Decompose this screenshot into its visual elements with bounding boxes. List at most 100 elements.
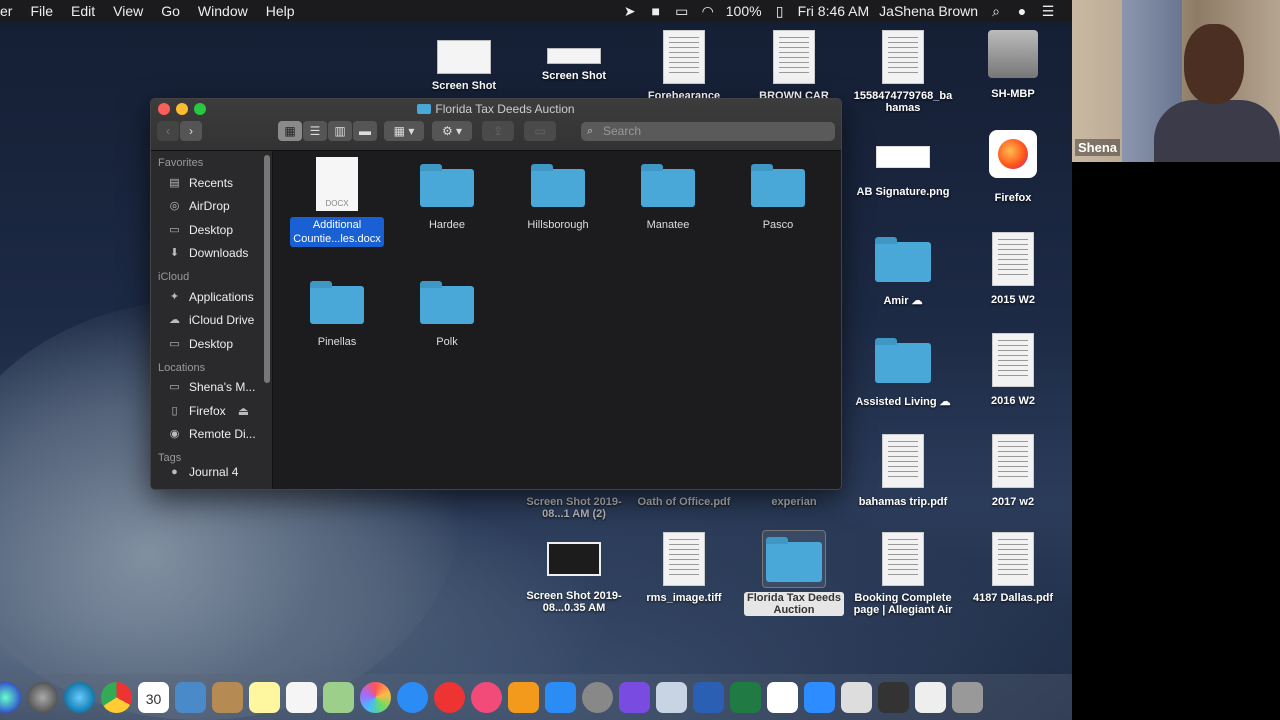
sidebar-scrollbar[interactable]	[264, 155, 270, 383]
group-by-button[interactable]: ▦ ▾	[384, 121, 424, 141]
gallery-view-button[interactable]: ▬	[353, 121, 377, 141]
icon-view-button[interactable]: ▦	[278, 121, 302, 141]
menu-edit[interactable]: Edit	[62, 3, 104, 19]
folder-item-pasco[interactable]: Pasco	[723, 157, 833, 231]
desktop-icon-sh-mbp[interactable]: SH-MBP	[958, 30, 1068, 100]
maps-icon[interactable]	[323, 681, 354, 713]
menu-view[interactable]: View	[104, 3, 152, 19]
share-button[interactable]: ⇪	[482, 121, 514, 141]
sidebar-item-firefox[interactable]: ▯ Firefox ⏏	[151, 399, 272, 423]
desktop-icon-assisted-living[interactable]: Assisted Living ☁	[848, 333, 958, 408]
desktop-icon-screenshot-2[interactable]: Screen Shot	[519, 40, 629, 82]
desktop-icon-firefox[interactable]: Firefox	[958, 130, 1068, 204]
desktop-icon-screenshot-1[interactable]: Screen Shot	[409, 40, 519, 92]
folder-item-hardee[interactable]: Hardee	[392, 157, 502, 231]
siri-icon[interactable]: ●	[1014, 4, 1030, 18]
menu-help[interactable]: Help	[257, 3, 304, 19]
ebooks-icon[interactable]	[656, 681, 687, 713]
excel-icon[interactable]	[730, 681, 761, 713]
app-store-icon[interactable]	[545, 681, 576, 713]
reminders-icon[interactable]	[286, 681, 317, 713]
desktop-icon-2015-w2[interactable]: 2015 W2	[958, 232, 1068, 306]
file-item-docx[interactable]: DOCX Additional Countie...les.docx	[282, 157, 392, 247]
chrome-icon[interactable]	[101, 681, 132, 713]
sidebar-item-remote-disc[interactable]: ◉ Remote Di...	[151, 423, 272, 447]
app-menu[interactable]: er	[0, 3, 21, 19]
sidebar-item-icloud-drive[interactable]: ☁ iCloud Drive	[151, 309, 272, 333]
news-icon[interactable]	[434, 681, 465, 713]
desktop-icon-bahamas-image[interactable]: 1558474779768_bahamas	[848, 30, 958, 114]
eject-icon[interactable]: ⏏	[238, 404, 249, 418]
desktop-icon-ab-signature[interactable]: AB Signature.png	[848, 132, 958, 198]
back-button[interactable]: ‹	[157, 121, 179, 141]
trash-icon[interactable]	[952, 681, 983, 713]
document-thumbnail	[882, 434, 924, 488]
action-gear-button[interactable]: ⚙ ▾	[432, 121, 472, 141]
sidebar-item-shenas-mac[interactable]: ▭ Shena's M...	[151, 376, 272, 400]
desktop-icon-screenshot-4[interactable]: Screen Shot 2019-08...0.35 AM	[519, 532, 629, 614]
forward-button[interactable]: ›	[180, 121, 202, 141]
menu-file[interactable]: File	[21, 3, 62, 19]
column-view-button[interactable]: ▥	[328, 121, 352, 141]
sidebar-item-airdrop[interactable]: ◎ AirDrop	[151, 195, 272, 219]
notes-icon[interactable]	[249, 681, 280, 713]
word-icon[interactable]	[693, 681, 724, 713]
spotlight-search-icon[interactable]: ⌕	[988, 4, 1004, 18]
desktop-icon-forebearance[interactable]: Forebearance	[629, 30, 739, 102]
folder-item-polk[interactable]: Polk	[392, 274, 502, 348]
desktop-icon-amir[interactable]: Amir ☁	[848, 232, 958, 307]
preview-icon[interactable]	[175, 681, 206, 713]
recent-document-icon[interactable]	[841, 681, 872, 713]
cloud-icon: ☁	[169, 314, 180, 327]
search-input[interactable]: ⌕ Search	[581, 122, 835, 141]
menu-go[interactable]: Go	[152, 3, 189, 19]
sidebar-item-downloads[interactable]: ⬇ Downloads	[151, 242, 272, 266]
notification-center-icon[interactable]: ☰	[1040, 4, 1056, 18]
office-icon[interactable]	[767, 681, 798, 713]
desktop-icon-experian[interactable]: experian	[739, 496, 849, 508]
desktop-icon-florida-tax-deeds-auction[interactable]: Florida Tax Deeds Auction	[739, 530, 849, 616]
launchpad-icon[interactable]	[27, 681, 58, 713]
menu-window[interactable]: Window	[189, 3, 257, 19]
desktop-icon-booking-complete[interactable]: Booking Complete page | Allegiant Air	[848, 532, 958, 616]
siri-dock-icon[interactable]	[0, 681, 21, 713]
contacts-icon[interactable]	[212, 681, 243, 713]
imovie-icon[interactable]	[619, 681, 650, 713]
desktop-icon-rms-image[interactable]: rms_image.tiff	[629, 532, 739, 604]
battery-icon[interactable]: ▯	[772, 4, 788, 18]
recent-screenshot-icon[interactable]	[878, 681, 909, 713]
finder-content: DOCX Additional Countie...les.docx Hardee…	[274, 151, 841, 489]
desktop-icon-brown-car[interactable]: BROWN CAR	[739, 30, 849, 102]
calendar-icon[interactable]: 30	[138, 681, 169, 713]
tags-button[interactable]: ▭	[524, 121, 556, 141]
itunes-icon[interactable]	[471, 681, 502, 713]
desktop-icon-4187-dallas[interactable]: 4187 Dallas.pdf	[958, 532, 1068, 604]
desktop-icon-2017-w2[interactable]: 2017 w2	[958, 434, 1068, 508]
sidebar-item-tag[interactable]: ● Journal 4	[151, 466, 272, 478]
system-preferences-icon[interactable]	[582, 681, 613, 713]
folder-item-manatee[interactable]: Manatee	[613, 157, 723, 231]
location-arrow-icon[interactable]: ➤	[622, 4, 638, 18]
sidebar-item-applications[interactable]: ✦ Applications	[151, 285, 272, 309]
sidebar-item-recents[interactable]: ▤ Recents	[151, 171, 272, 195]
clock[interactable]: Fri 8:46 AM	[798, 3, 870, 19]
desktop-icon-oath-of-office[interactable]: Oath of Office.pdf	[629, 496, 739, 508]
zoom-app-icon[interactable]	[804, 681, 835, 713]
books-icon[interactable]	[508, 681, 539, 713]
zoom-icon[interactable]: ■	[648, 4, 664, 18]
airplay-icon[interactable]: ▭	[674, 4, 690, 18]
wifi-icon[interactable]: ◠	[700, 4, 716, 18]
safari-icon[interactable]	[64, 681, 95, 713]
sidebar-item-desktop[interactable]: ▭ Desktop	[151, 218, 272, 242]
recent-file-icon[interactable]	[915, 681, 946, 713]
desktop-icon-bahamas-trip[interactable]: bahamas trip.pdf	[848, 434, 958, 508]
desktop-icon-2016-w2[interactable]: 2016 W2	[958, 333, 1068, 407]
folder-item-hillsborough[interactable]: Hillsborough	[503, 157, 613, 231]
folder-item-pinellas[interactable]: Pinellas	[282, 274, 392, 348]
desktop-icon-screenshot-3[interactable]: Screen Shot 2019-08...1 AM (2)	[519, 496, 629, 520]
photos-icon[interactable]	[360, 681, 391, 713]
user-name[interactable]: JaShena Brown	[879, 3, 978, 19]
messages-icon[interactable]	[397, 681, 428, 713]
list-view-button[interactable]: ☰	[303, 121, 327, 141]
sidebar-item-icloud-desktop[interactable]: ▭ Desktop	[151, 332, 272, 356]
